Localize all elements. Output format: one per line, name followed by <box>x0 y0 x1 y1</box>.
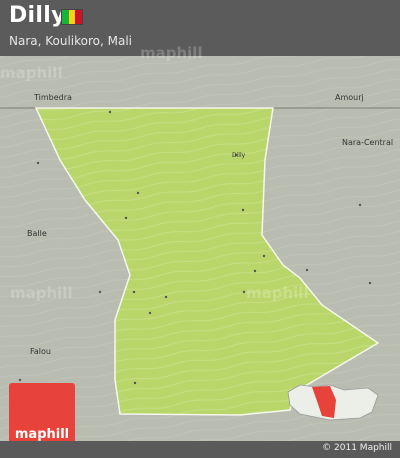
maphill-logo[interactable]: maphill <box>9 383 75 449</box>
watermark-text: maphill <box>0 64 63 82</box>
place-dilly: Dilly <box>232 152 246 159</box>
map-title: Dilly <box>9 3 66 28</box>
copyright-text: © 2011 Maphill <box>322 443 392 453</box>
place-balle: Balle <box>27 229 47 238</box>
watermark-text: maphill <box>246 284 309 302</box>
footer-bar: © 2011 Maphill <box>0 441 400 458</box>
place-timbedra: Timbedra <box>33 93 72 102</box>
map-subtitle: Nara, Koulikoro, Mali <box>9 34 133 48</box>
place-amourj: Amourj <box>335 93 364 102</box>
watermark-text: maphill <box>140 44 203 62</box>
place-falou: Falou <box>30 347 51 356</box>
watermark-text: maphill <box>10 284 73 302</box>
mali-flag-icon <box>61 9 83 25</box>
place-nara-central: Nara-Central <box>342 138 393 147</box>
logo-text: maphill <box>14 427 70 442</box>
